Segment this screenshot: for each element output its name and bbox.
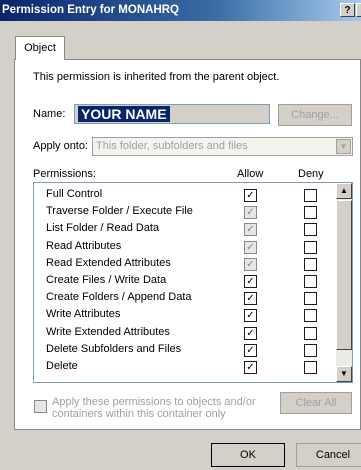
deny-checkbox[interactable] (304, 343, 317, 357)
allow-checkbox[interactable]: ✓ (244, 189, 257, 202)
deny-checkbox[interactable] (304, 292, 317, 306)
allow-column-header: Allow (237, 168, 264, 180)
scroll-thumb[interactable] (336, 200, 352, 350)
permission-label: Write Extended Attributes (46, 325, 170, 338)
permission-label: Delete Subfolders and Files (46, 342, 182, 355)
apply-onto-select[interactable]: This folder, subfolders and files ▼ (92, 137, 353, 156)
clear-all-button[interactable]: Clear All (280, 392, 352, 414)
permission-label: Write Attributes (46, 308, 121, 321)
permission-label: List Folder / Read Data (46, 222, 160, 235)
window-title: Permission Entry for MONAHRQ (2, 4, 179, 16)
permissions-label: Permissions: (33, 168, 96, 180)
tab-object[interactable]: Object (15, 36, 65, 60)
permission-label: Full Control (46, 188, 103, 200)
permission-label: Create Files / Write Data (46, 274, 167, 286)
deny-checkbox[interactable] (304, 361, 317, 374)
deny-checkbox[interactable] (304, 326, 317, 340)
permission-label: Read Attributes (46, 239, 122, 252)
ok-button[interactable]: OK (211, 443, 285, 467)
permission-label: Create Folders / Append Data (46, 291, 192, 304)
allow-checkbox[interactable]: ✓ (244, 223, 257, 237)
permission-label: Traverse Folder / Execute File (46, 205, 193, 218)
deny-checkbox[interactable] (304, 206, 317, 220)
allow-checkbox[interactable]: ✓ (244, 206, 257, 220)
close-button[interactable]: x (356, 3, 361, 17)
apply-to-container-checkbox[interactable] (34, 400, 47, 413)
apply-onto-value: This folder, subfolders and files (96, 140, 248, 152)
cancel-button[interactable]: Cancel (296, 443, 361, 467)
allow-checkbox[interactable]: ✓ (244, 343, 257, 357)
deny-column-header: Deny (298, 168, 324, 180)
allow-checkbox[interactable]: ✓ (244, 275, 257, 288)
deny-checkbox[interactable] (304, 309, 317, 323)
permission-label: Delete (46, 360, 78, 372)
chevron-down-icon[interactable]: ▼ (336, 139, 351, 154)
allow-checkbox[interactable]: ✓ (244, 326, 257, 340)
permissions-list[interactable]: ▲ ▼ Full Control ✓ Traverse Folder / Execu… (33, 182, 353, 383)
allow-checkbox[interactable]: ✓ (244, 309, 257, 323)
deny-checkbox[interactable] (304, 189, 317, 202)
deny-checkbox[interactable] (304, 240, 317, 254)
apply-to-container-label: Apply these permissions to objects and/o… (52, 396, 256, 420)
allow-checkbox[interactable]: ✓ (244, 240, 257, 254)
title-bar: Permission Entry for MONAHRQ ? x (0, 0, 361, 21)
allow-checkbox[interactable]: ✓ (244, 361, 257, 374)
deny-checkbox[interactable] (304, 257, 317, 271)
permissions-scrollbar[interactable]: ▲ ▼ (336, 183, 352, 382)
apply-onto-label: Apply onto: (33, 140, 89, 152)
name-field[interactable]: YOUR NAME (74, 104, 270, 124)
scroll-up-icon[interactable]: ▲ (336, 183, 352, 199)
permission-label: Read Extended Attributes (46, 256, 171, 269)
name-value: YOUR NAME (78, 106, 170, 122)
scroll-down-icon[interactable]: ▼ (336, 366, 352, 382)
name-label: Name: (33, 108, 66, 120)
allow-checkbox[interactable]: ✓ (244, 257, 257, 271)
deny-checkbox[interactable] (304, 223, 317, 237)
change-button[interactable]: Change... (278, 104, 352, 126)
help-button[interactable]: ? (340, 3, 355, 17)
deny-checkbox[interactable] (304, 275, 317, 288)
allow-checkbox[interactable]: ✓ (244, 292, 257, 306)
inherited-message: This permission is inherited from the pa… (33, 71, 280, 83)
